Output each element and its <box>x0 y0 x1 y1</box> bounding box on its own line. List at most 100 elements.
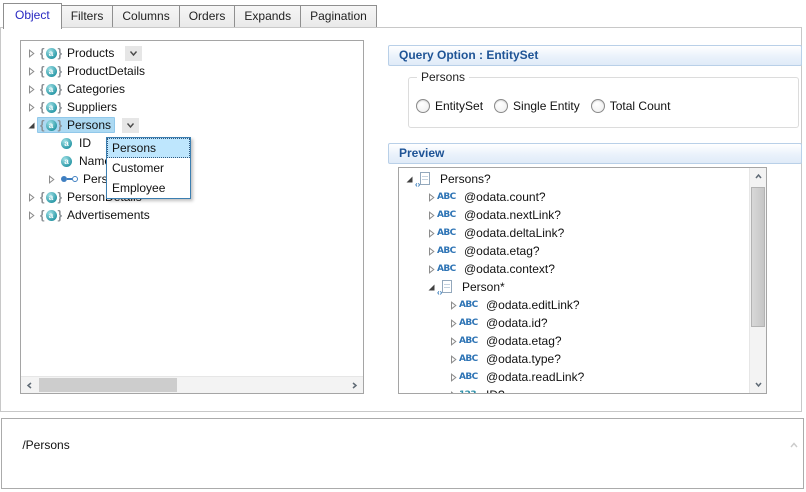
preview-item-odata-id[interactable]: ABC@odata.id? <box>399 314 749 332</box>
preview-panel: ‹›Persons?ABC@odata.count?ABC@odata.next… <box>398 167 767 394</box>
vertical-scrollbar[interactable] <box>749 168 766 393</box>
dropdown-item-persons[interactable]: Persons <box>107 138 190 158</box>
groupbox-legend: Persons <box>417 70 469 84</box>
expand-icon[interactable] <box>447 373 459 382</box>
string-field-icon: ABC <box>437 261 461 277</box>
entity-set-icon: {a} <box>38 189 64 205</box>
scroll-left-button[interactable] <box>21 377 38 393</box>
tree-item-suppliers[interactable]: {a}Suppliers <box>21 98 363 116</box>
query-text-area[interactable]: /Persons <box>1 418 804 489</box>
preview-item-odata-readlink[interactable]: ABC@odata.readLink? <box>399 368 749 386</box>
string-field-icon: ABC <box>459 315 483 331</box>
entity-set-icon: {a} <box>38 81 64 97</box>
scroll-up-button[interactable] <box>750 168 766 185</box>
preview-item-odata-type[interactable]: ABC@odata.type? <box>399 350 749 368</box>
expand-icon[interactable] <box>447 319 459 328</box>
expand-icon[interactable] <box>425 265 437 274</box>
preview-item-odata-context[interactable]: ABC@odata.context? <box>399 260 749 278</box>
tree-item-productdetails[interactable]: {a}ProductDetails <box>21 62 363 80</box>
expand-icon[interactable] <box>425 229 437 238</box>
string-field-icon: ABC <box>459 297 483 313</box>
entity-mode-radios: EntitySet Single Entity Total Count <box>416 99 681 113</box>
horizontal-scrollbar[interactable] <box>21 376 363 393</box>
string-field-icon: ABC <box>459 351 483 367</box>
query-option-title: Query Option : EntitySet <box>399 48 538 62</box>
tab-pagination[interactable]: Pagination <box>300 5 377 27</box>
entity-node-icon: ‹› <box>415 172 434 187</box>
tab-filters[interactable]: Filters <box>61 5 114 27</box>
expand-icon[interactable] <box>25 103 37 112</box>
tree-item-persondetails[interactable]: {a}PersonDetails <box>21 188 363 206</box>
tree-item-categories[interactable]: {a}Categories <box>21 80 363 98</box>
property-icon: a <box>58 135 76 151</box>
tab-bar: ObjectFiltersColumnsOrdersExpandsPaginat… <box>3 2 376 28</box>
preview-item-odata-nextlink[interactable]: ABC@odata.nextLink? <box>399 206 749 224</box>
entity-set-icon: {a} <box>38 207 64 223</box>
entity-mode-groupbox: Persons EntitySetSingle EntityTotal Coun… <box>408 77 799 128</box>
expand-icon[interactable] <box>25 49 37 58</box>
expand-icon[interactable] <box>25 193 37 202</box>
radio-circle-entityset[interactable] <box>416 99 430 113</box>
tab-columns[interactable]: Columns <box>112 5 179 27</box>
expand-icon[interactable] <box>447 391 459 394</box>
preview-tree: ‹›Persons?ABC@odata.count?ABC@odata.next… <box>399 170 749 393</box>
preview-item-persons[interactable]: ‹›Persons? <box>399 170 749 188</box>
string-field-icon: ABC <box>437 225 461 241</box>
expand-icon[interactable] <box>25 67 37 76</box>
expand-icon[interactable] <box>25 85 37 94</box>
preview-item-odata-deltalink[interactable]: ABC@odata.deltaLink? <box>399 224 749 242</box>
expand-icon[interactable] <box>425 211 437 220</box>
string-field-icon: ABC <box>459 333 483 349</box>
collapse-icon[interactable] <box>425 283 437 292</box>
expand-icon[interactable] <box>425 193 437 202</box>
query-text: /Persons <box>22 438 69 452</box>
entity-set-icon: {a} <box>38 45 64 61</box>
tree-item-products[interactable]: {a}Products <box>21 44 363 62</box>
collapse-icon[interactable] <box>403 175 415 184</box>
string-field-icon: ABC <box>459 369 483 385</box>
entity-type-dropdown-button[interactable] <box>125 46 142 61</box>
preview-item-odata-etag[interactable]: ABC@odata.etag? <box>399 242 749 260</box>
preview-item-odata-editlink[interactable]: ABC@odata.editLink? <box>399 296 749 314</box>
scroll-down-button[interactable] <box>750 376 766 393</box>
preview-item-id[interactable]: 123ID? <box>399 386 749 393</box>
tab-expands[interactable]: Expands <box>234 5 301 27</box>
schema-tree: {a}Products{a}ProductDetails{a}Categorie… <box>21 44 363 376</box>
navigation-property-icon <box>58 171 80 187</box>
entity-type-dropdown-button[interactable] <box>122 118 139 133</box>
radio-circle-total-count[interactable] <box>591 99 605 113</box>
string-field-icon: ABC <box>437 207 461 223</box>
preview-item-odata-etag[interactable]: ABC@odata.etag? <box>399 332 749 350</box>
radio-circle-single-entity[interactable] <box>494 99 508 113</box>
expand-icon[interactable] <box>45 175 57 184</box>
preview-header: Preview <box>388 143 802 164</box>
tree-item-name[interactable]: aName <box>21 152 363 170</box>
preview-item-person[interactable]: ‹›Person* <box>399 278 749 296</box>
expand-icon[interactable] <box>447 337 459 346</box>
expand-icon[interactable] <box>447 355 459 364</box>
scroll-right-button[interactable] <box>346 377 363 393</box>
radio-option-total-count[interactable]: Total Count <box>591 99 671 113</box>
dropdown-item-employee[interactable]: Employee <box>107 178 190 198</box>
property-icon: a <box>58 153 76 169</box>
dropdown-item-customer[interactable]: Customer <box>107 158 190 178</box>
expand-icon[interactable] <box>25 211 37 220</box>
tree-item-persondetail[interactable]: PersonDetail <box>21 170 363 188</box>
schema-tree-panel: {a}Products{a}ProductDetails{a}Categorie… <box>20 40 364 394</box>
horizontal-scrollbar-thumb[interactable] <box>39 378 177 392</box>
entity-node-icon: ‹› <box>437 280 456 295</box>
vertical-scrollbar-thumb[interactable] <box>751 187 765 327</box>
expand-icon[interactable] <box>425 247 437 256</box>
expand-icon[interactable] <box>447 301 459 310</box>
tree-item-advertisements[interactable]: {a}Advertisements <box>21 206 363 224</box>
entity-set-icon: {a} <box>38 99 64 115</box>
tab-object[interactable]: Object <box>3 3 62 29</box>
radio-option-single-entity[interactable]: Single Entity <box>494 99 580 113</box>
chevron-up-icon <box>769 424 799 466</box>
tree-item-persons[interactable]: {a}Persons <box>21 116 363 134</box>
tree-item-id[interactable]: aID <box>21 134 363 152</box>
radio-option-entityset[interactable]: EntitySet <box>416 99 483 113</box>
tab-orders[interactable]: Orders <box>179 5 236 27</box>
preview-item-odata-count[interactable]: ABC@odata.count? <box>399 188 749 206</box>
collapse-icon[interactable] <box>25 121 37 130</box>
